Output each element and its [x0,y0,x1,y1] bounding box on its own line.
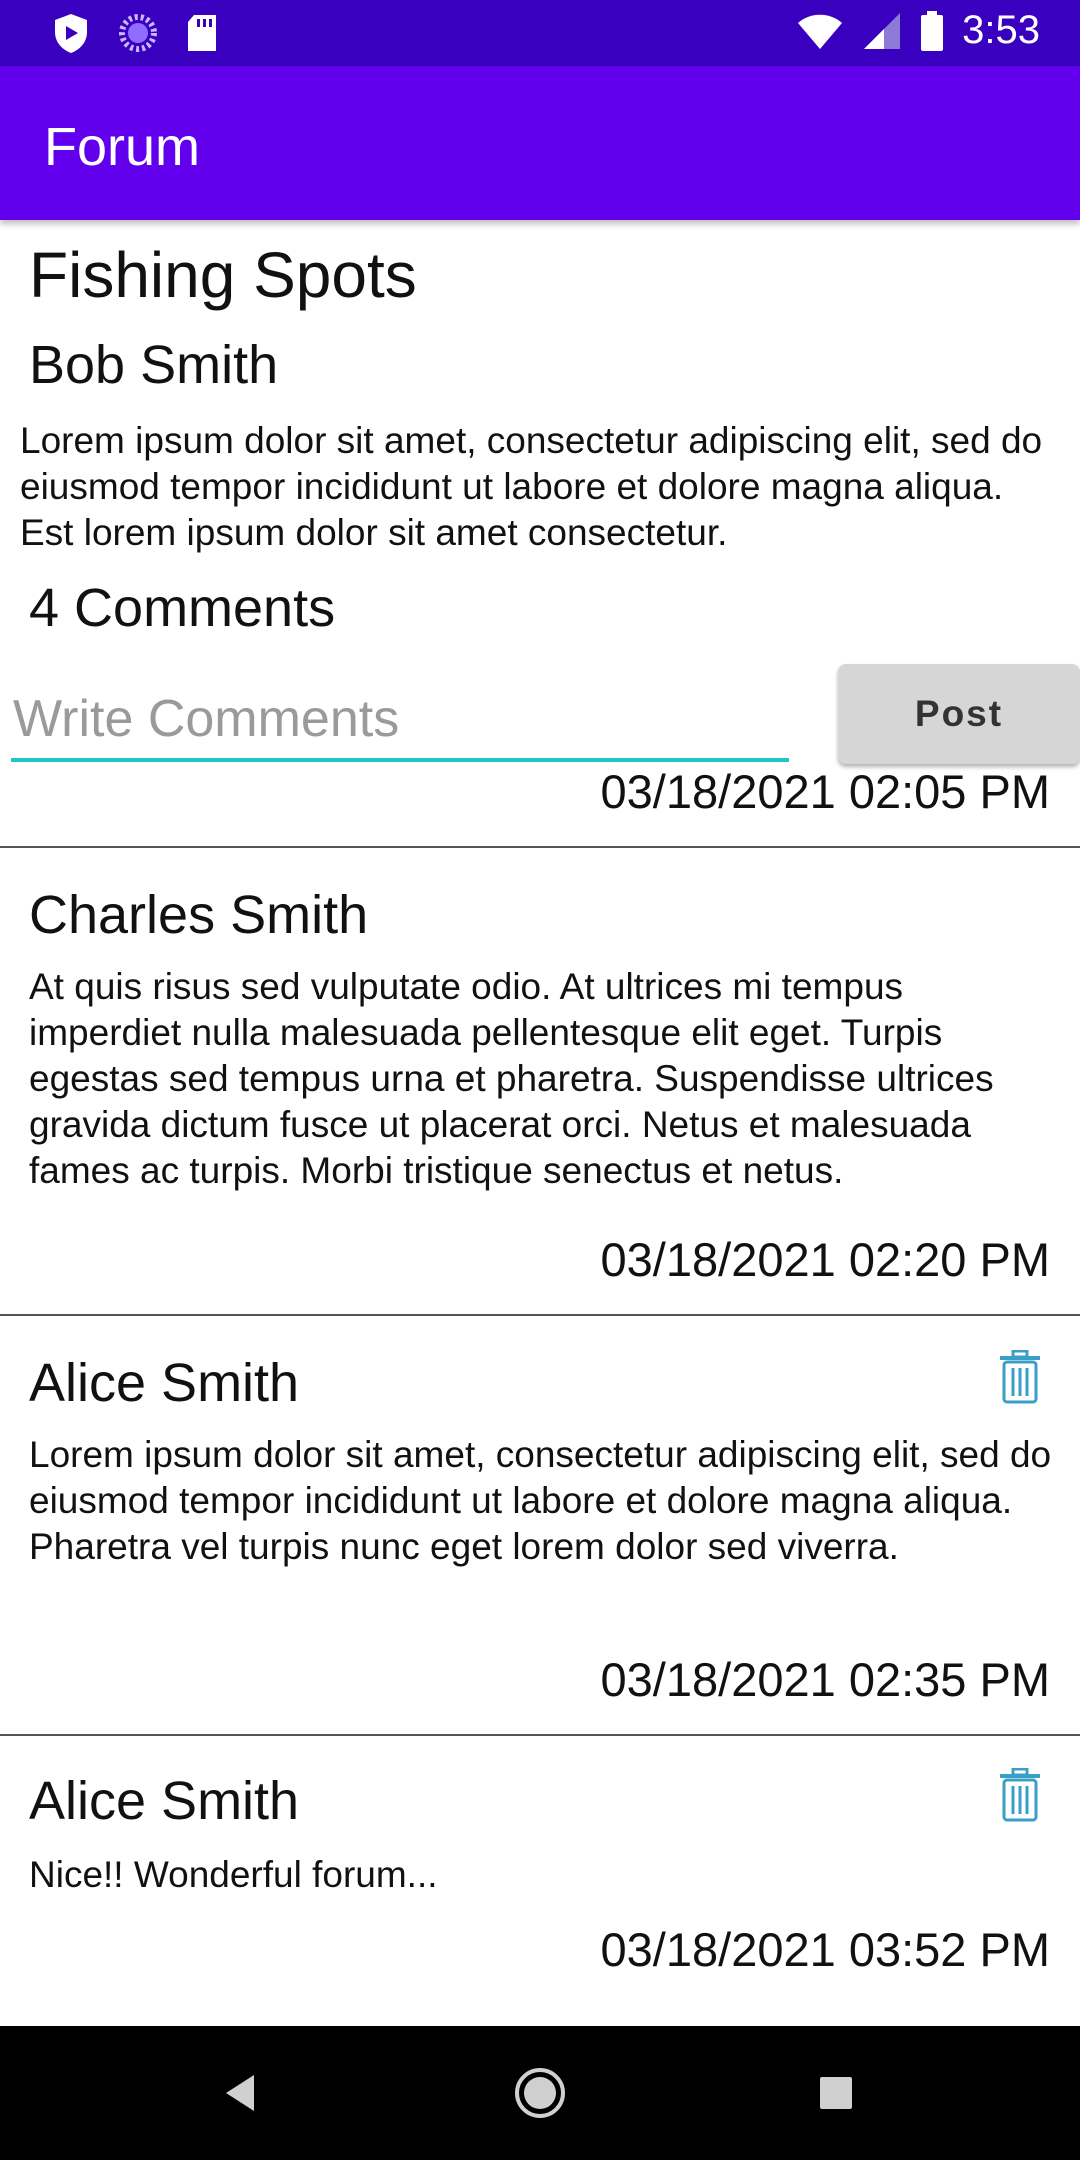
signal-icon [864,12,901,49]
status-time: 3:53 [962,8,1040,52]
status-right-icons: 3:53 [796,8,1040,53]
comment-item: Alice Smith Nice!! Wonderful forum... 03… [0,1734,1080,2026]
delete-comment-icon[interactable] [998,1350,1042,1404]
comment-count: 4 Comments [29,578,336,638]
comment-date: 03/18/2021 02:05 PM [600,766,1050,818]
sd-card-icon [188,15,216,51]
status-bar: 3:53 [0,0,1080,66]
back-icon [226,2075,254,2111]
battery-icon [921,10,944,51]
post-body: Lorem ipsum dolor sit amet, consectetur … [20,420,1043,553]
comment-body: At quis risus sed vulputate odio. At ult… [29,966,994,1191]
comment-author: Alice Smith [29,1771,300,1831]
navigation-bar [0,2026,1080,2160]
app-title: Forum [44,117,201,177]
status-left-icons [52,12,218,54]
nav-back-button[interactable] [200,2026,280,2160]
comments-list[interactable]: 03/18/2021 02:05 PM Charles Smith At qui… [0,766,1080,2026]
comment-date: 03/18/2021 03:52 PM [600,1923,1050,1976]
post-author: Bob Smith [29,335,279,395]
nav-recents-button[interactable] [796,2026,876,2160]
post-title: Fishing Spots [29,239,417,311]
sync-icon [119,14,157,52]
comment-date: 03/18/2021 02:20 PM [600,1233,1050,1286]
post-button[interactable]: Post [838,664,1080,764]
home-icon [515,2068,565,2118]
delete-comment-icon[interactable] [998,1768,1042,1822]
app-bar: Forum [0,66,1080,220]
comment-body: Lorem ipsum dolor sit amet, consectetur … [29,1434,1052,1567]
comment-item: Charles Smith At quis risus sed vulputat… [0,848,1080,1316]
comment-author: Charles Smith [29,885,369,945]
shield-icon [55,14,87,53]
comment-date: 03/18/2021 02:35 PM [600,1653,1050,1706]
comment-body: Nice!! Wonderful forum... [29,1854,438,1895]
comment-author: Alice Smith [29,1353,300,1413]
wifi-icon [798,14,843,49]
comment-input[interactable] [11,680,789,762]
forum-screen: 3:53 Forum Fishing Spots Bob Smith Lorem… [0,0,1080,2160]
nav-home-button[interactable] [500,2026,580,2160]
recents-icon [820,2077,852,2109]
comment-item: Alice Smith Lorem ipsum dolor sit amet, … [0,1314,1080,1736]
comment-item: 03/18/2021 02:05 PM [0,766,1080,848]
